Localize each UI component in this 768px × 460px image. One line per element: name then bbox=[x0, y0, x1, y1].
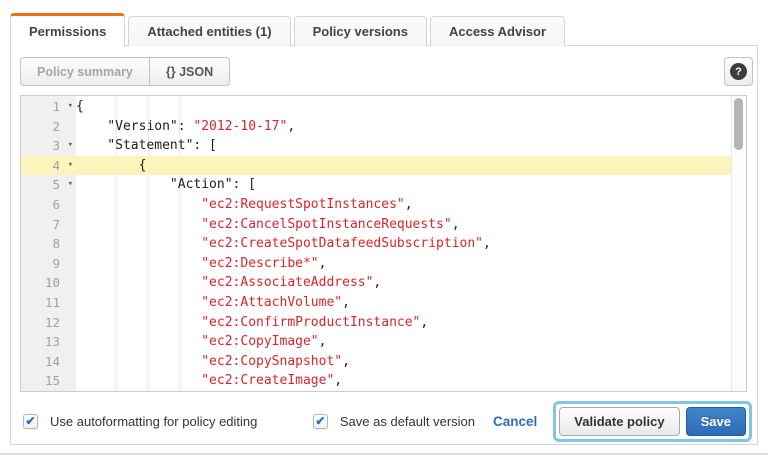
gutter-line-number: 12 bbox=[21, 313, 76, 333]
help-button[interactable]: ? bbox=[724, 57, 753, 86]
code-line: "Statement": [ bbox=[76, 136, 731, 156]
tab-label: Policy versions bbox=[313, 24, 408, 39]
cancel-link[interactable]: Cancel bbox=[493, 414, 537, 429]
editor-footer: ✔ Use autoformatting for policy editing … bbox=[23, 400, 752, 442]
code-line: "ec2:RequestSpotInstances", bbox=[76, 195, 731, 215]
code-line: "ec2:CopyImage", bbox=[76, 332, 731, 352]
gutter-line-number: 1▾ bbox=[21, 97, 76, 117]
question-mark-icon: ? bbox=[730, 63, 747, 80]
scrollbar-thumb[interactable] bbox=[734, 98, 743, 150]
tab-bar: Permissions Attached entities (1) Policy… bbox=[10, 13, 565, 46]
gutter-line-number: 7 bbox=[21, 215, 76, 235]
policy-json-editor[interactable]: 1▾23▾4▾5▾6789101112131415 { "Version": "… bbox=[20, 95, 747, 392]
default-version-label: Save as default version bbox=[340, 414, 475, 429]
tab-policy-versions[interactable]: Policy versions bbox=[294, 16, 427, 46]
autoformat-checkbox[interactable]: ✔ bbox=[23, 414, 38, 429]
gutter-line-number: 11 bbox=[21, 293, 76, 313]
default-version-checkbox[interactable]: ✔ bbox=[313, 414, 328, 429]
tab-label: Permissions bbox=[29, 24, 106, 39]
code-line: "ec2:AttachVolume", bbox=[76, 293, 731, 313]
code-line: { bbox=[76, 156, 731, 176]
tab-attached-entities[interactable]: Attached entities (1) bbox=[128, 16, 290, 46]
validate-policy-button[interactable]: Validate policy bbox=[559, 407, 679, 436]
primary-actions-focus-ring: Validate policy Save bbox=[553, 401, 752, 442]
policy-summary-button[interactable]: Policy summary bbox=[20, 57, 150, 86]
checkmark-icon: ✔ bbox=[25, 415, 35, 428]
tab-access-advisor[interactable]: Access Advisor bbox=[430, 16, 565, 46]
autoformat-label: Use autoformatting for policy editing bbox=[50, 414, 257, 429]
gutter-line-number: 3▾ bbox=[21, 136, 76, 156]
fold-toggle-icon[interactable]: ▾ bbox=[68, 136, 73, 156]
editor-gutter: 1▾23▾4▾5▾6789101112131415 bbox=[21, 96, 76, 391]
code-line: "ec2:Describe*", bbox=[76, 254, 731, 274]
code-lines[interactable]: { "Version": "2012-10-17", "Statement": … bbox=[76, 96, 731, 391]
save-button[interactable]: Save bbox=[686, 407, 746, 436]
json-view-button[interactable]: {} JSON bbox=[150, 57, 230, 86]
code-line: "ec2:CreateImage", bbox=[76, 371, 731, 391]
code-line: "Action": [ bbox=[76, 175, 731, 195]
code-line: "ec2:CancelSpotInstanceRequests", bbox=[76, 215, 731, 235]
gutter-line-number: 2 bbox=[21, 117, 76, 137]
fold-toggle-icon[interactable]: ▾ bbox=[68, 156, 73, 176]
gutter-line-number: 14 bbox=[21, 352, 76, 372]
view-toggle-group: Policy summary {} JSON bbox=[20, 57, 230, 86]
code-line: "ec2:CreateSpotDatafeedSubscription", bbox=[76, 234, 731, 254]
permissions-panel: Policy summary {} JSON ? 1▾23▾4▾5▾678910… bbox=[10, 45, 758, 445]
tab-permissions[interactable]: Permissions bbox=[10, 13, 125, 46]
gutter-line-number: 15 bbox=[21, 371, 76, 391]
gutter-line-number: 10 bbox=[21, 273, 76, 293]
footer-actions: ✔ Save as default version Cancel Validat… bbox=[313, 401, 752, 442]
code-line: "Version": "2012-10-17", bbox=[76, 117, 731, 137]
fold-toggle-icon[interactable]: ▾ bbox=[68, 175, 73, 195]
gutter-line-number: 8 bbox=[21, 234, 76, 254]
checkmark-icon: ✔ bbox=[315, 415, 325, 428]
fold-toggle-icon[interactable]: ▾ bbox=[68, 97, 73, 117]
code-line: "ec2:ConfirmProductInstance", bbox=[76, 313, 731, 333]
tab-label: Attached entities (1) bbox=[147, 24, 271, 39]
code-line: { bbox=[76, 97, 731, 117]
gutter-line-number: 6 bbox=[21, 195, 76, 215]
gutter-line-number: 9 bbox=[21, 254, 76, 274]
page-divider bbox=[0, 453, 768, 455]
gutter-line-number: 4▾ bbox=[21, 156, 76, 176]
code-line: "ec2:AssociateAddress", bbox=[76, 273, 731, 293]
code-line: "ec2:CopySnapshot", bbox=[76, 352, 731, 372]
tab-label: Access Advisor bbox=[449, 24, 546, 39]
gutter-line-number: 13 bbox=[21, 332, 76, 352]
gutter-line-number: 5▾ bbox=[21, 175, 76, 195]
editor-scrollbar[interactable] bbox=[731, 96, 746, 391]
